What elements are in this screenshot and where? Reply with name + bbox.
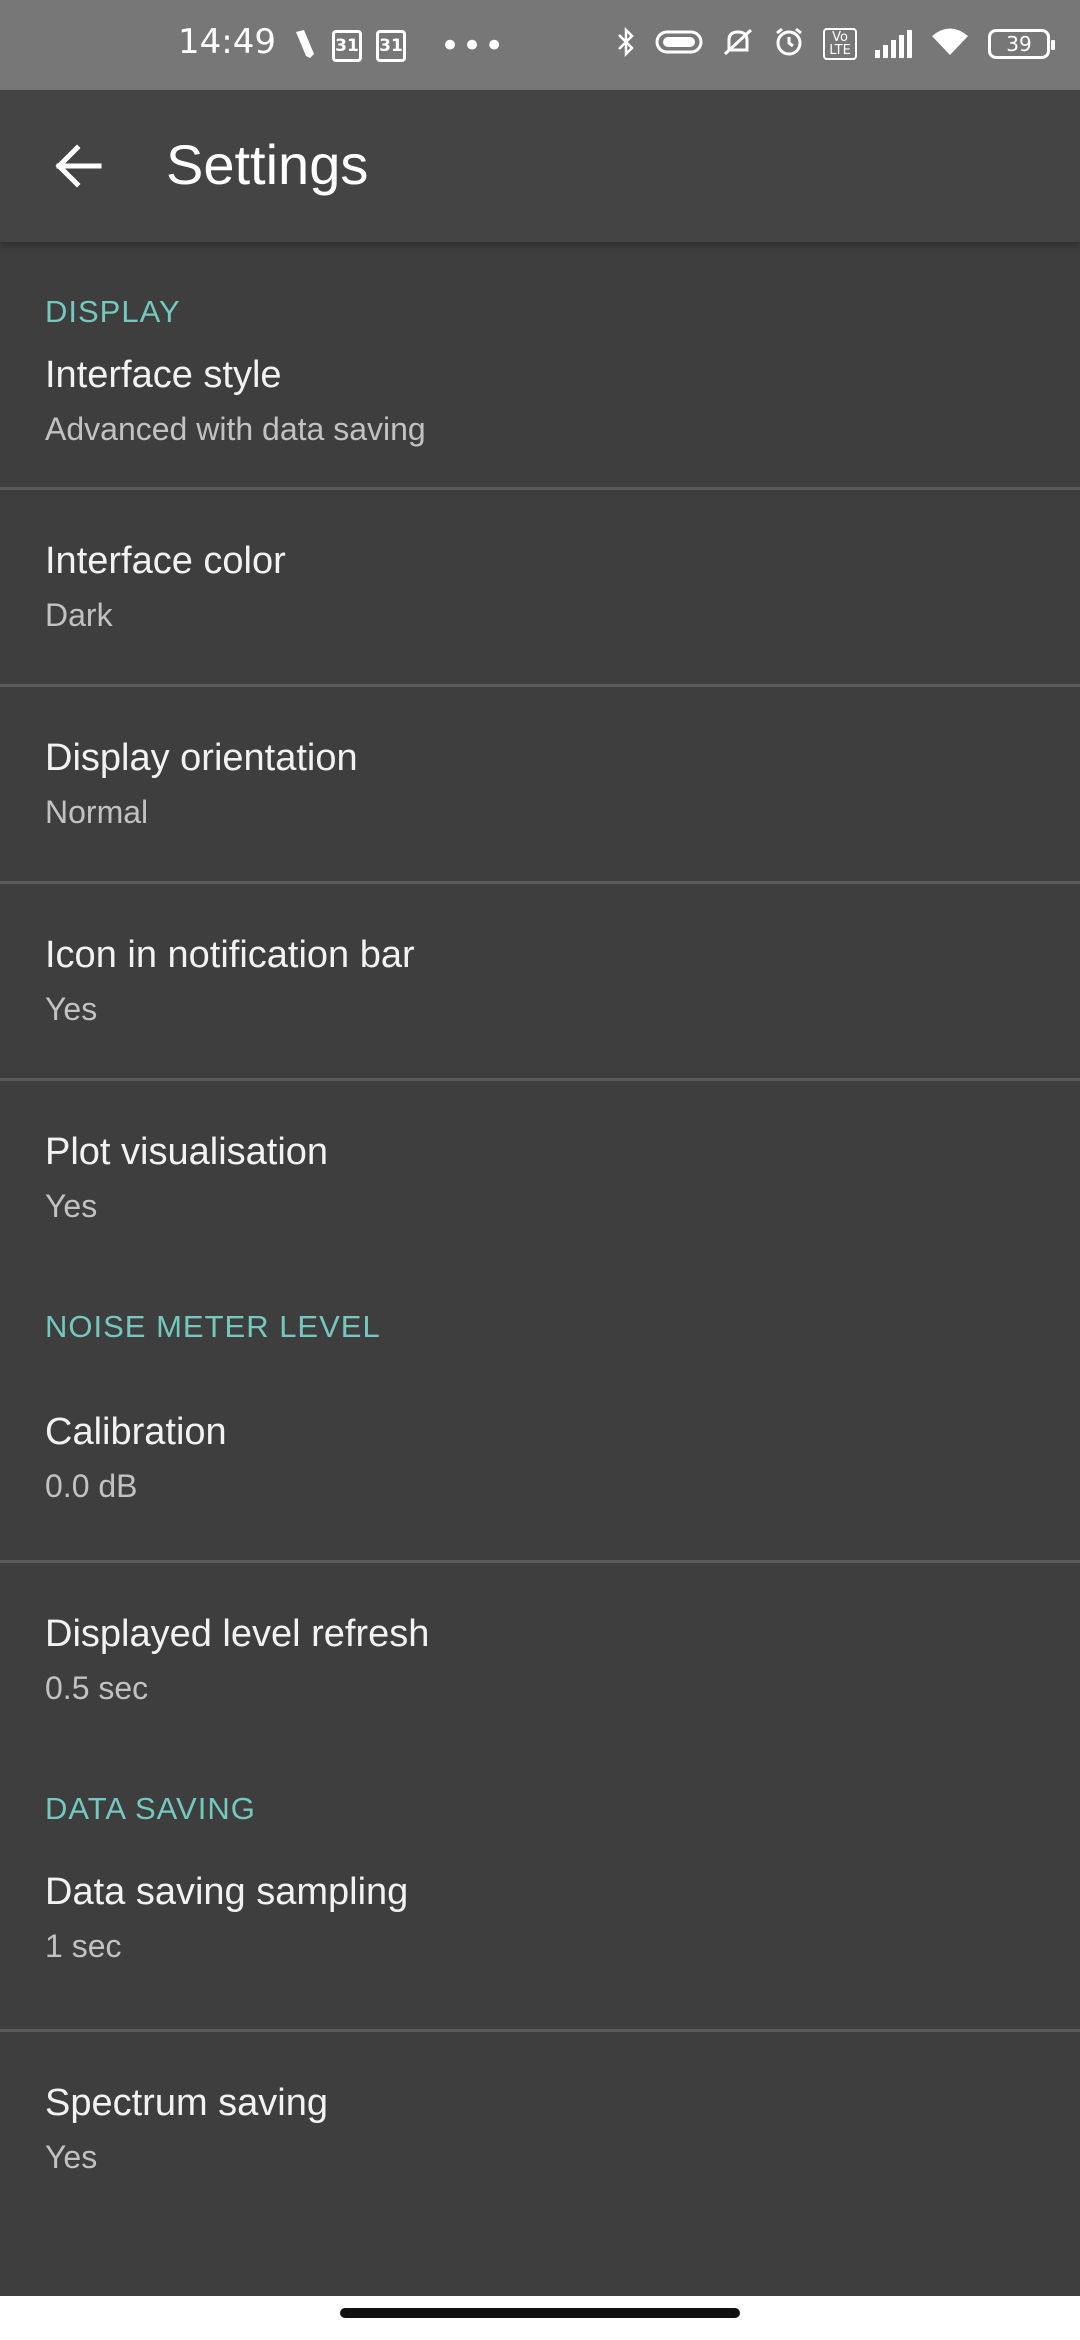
arrow-back-icon xyxy=(55,144,102,188)
status-time: 14:49 xyxy=(178,22,276,62)
alarm-icon xyxy=(773,26,805,62)
setting-interface-style[interactable]: Interface style Advanced with data savin… xyxy=(0,354,1080,447)
setting-display-orientation[interactable]: Display orientation Normal xyxy=(0,687,1080,830)
section-header-noise-meter-level: NOISE METER LEVEL xyxy=(45,1309,381,1344)
more-icon: ••• xyxy=(440,26,507,66)
mute-icon xyxy=(721,26,755,62)
setting-title: Interface color xyxy=(45,540,286,582)
section-header-data-saving: DATA SAVING xyxy=(45,1791,256,1826)
setting-title: Icon in notification bar xyxy=(45,934,415,976)
setting-value: 1 sec xyxy=(45,1928,122,1964)
home-gesture-handle[interactable] xyxy=(340,2308,740,2318)
setting-value: Yes xyxy=(45,2139,98,2175)
battery-icon: 39 xyxy=(988,29,1055,59)
volte-icon: Vo LTE xyxy=(823,28,857,60)
calendar-icon: 31 xyxy=(376,30,406,62)
setting-plot-visualisation[interactable]: Plot visualisation Yes xyxy=(0,1081,1080,1224)
setting-spectrum-saving[interactable]: Spectrum saving Yes xyxy=(0,2032,1080,2175)
setting-title: Spectrum saving xyxy=(45,2082,329,2124)
setting-value: Advanced with data saving xyxy=(45,411,426,447)
section-header-display: DISPLAY xyxy=(45,294,181,329)
bluetooth-icon xyxy=(615,26,637,62)
setting-title: Displayed level refresh xyxy=(45,1613,430,1655)
setting-title: Display orientation xyxy=(45,737,358,779)
setting-title: Data saving sampling xyxy=(45,1871,409,1913)
setting-calibration[interactable]: Calibration 0.0 dB xyxy=(0,1389,1080,1504)
setting-value: 0.0 dB xyxy=(45,1468,138,1504)
setting-value: Yes xyxy=(45,991,98,1027)
system-icons: Vo LTE 39 xyxy=(615,26,1055,62)
setting-data-saving-sampling[interactable]: Data saving sampling 1 sec xyxy=(0,1851,1080,1971)
page-title: Settings xyxy=(166,133,369,196)
setting-icon-notification-bar[interactable]: Icon in notification bar Yes xyxy=(0,884,1080,1027)
setting-title: Plot visualisation xyxy=(45,1131,329,1173)
battery-saver-icon xyxy=(655,28,703,60)
setting-value: Yes xyxy=(45,1188,98,1224)
navigation-bar xyxy=(0,2296,1080,2340)
setting-displayed-level-refresh[interactable]: Displayed level refresh 0.5 sec xyxy=(0,1563,1080,1706)
signal-icon xyxy=(875,30,912,58)
settings-list: DISPLAY Interface style Advanced with da… xyxy=(0,242,1080,2175)
setting-interface-color[interactable]: Interface color Dark xyxy=(0,490,1080,633)
app-bar: Settings xyxy=(0,90,1080,242)
notification-icons: 31 31 ••• xyxy=(290,28,506,64)
calendar-icon: 31 xyxy=(332,30,362,62)
setting-value: Normal xyxy=(45,794,149,830)
setting-title: Interface style xyxy=(45,354,282,396)
wifi-icon xyxy=(930,27,970,61)
setting-value: Dark xyxy=(45,597,113,633)
setting-title: Calibration xyxy=(45,1411,227,1453)
back-button[interactable] xyxy=(40,128,116,204)
status-bar: 14:49 31 31 ••• Vo LTE 39 xyxy=(0,0,1080,90)
pen-icon xyxy=(290,28,318,64)
setting-value: 0.5 sec xyxy=(45,1670,149,1706)
